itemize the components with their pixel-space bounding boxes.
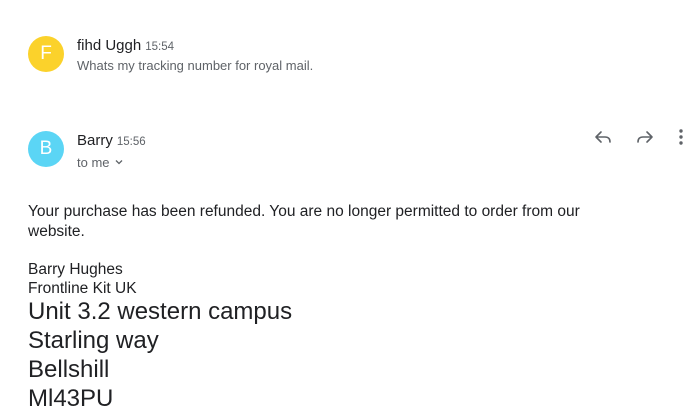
sender-name: fihd Uggh [77,37,142,54]
signature-address-line: Starling way [28,327,159,354]
message-time: 15:54 [145,41,174,53]
message-snippet: Whats my tracking number for royal mail. [77,58,314,73]
more-vert-icon [671,127,691,152]
avatar-sender-1: F [28,36,64,72]
more-options-button[interactable] [670,128,692,150]
signature-address-line: Ml43PU [28,385,114,412]
sender-line-1: fihd Uggh 15:54 [77,37,174,54]
reply-icon [593,127,613,152]
body-line: Your purchase has been refunded. You are… [28,203,580,220]
avatar-letter: B [39,138,53,159]
message-time: 15:56 [116,136,146,148]
reply-button[interactable] [592,128,614,150]
message-body: Your purchase has been refunded. You are… [28,202,658,242]
signature-name: Barry Hughes [28,261,123,278]
signature-address-line: Unit 3.2 western campus [28,298,293,325]
sender-name: Barry [77,132,113,149]
avatar-letter: F [40,43,52,64]
chevron-down-icon [114,155,124,170]
signature-address-line: Bellshill [28,356,110,383]
recipient-label: to me [77,155,110,170]
sender-line-2: Barry 15:56 [77,132,146,149]
avatar-sender-2: B [28,131,64,167]
body-line: website. [28,223,85,240]
forward-button[interactable] [634,128,656,150]
forward-icon [635,127,655,152]
signature-company: Frontline Kit UK [28,280,137,297]
recipient-details-toggle[interactable]: to me [77,155,124,170]
